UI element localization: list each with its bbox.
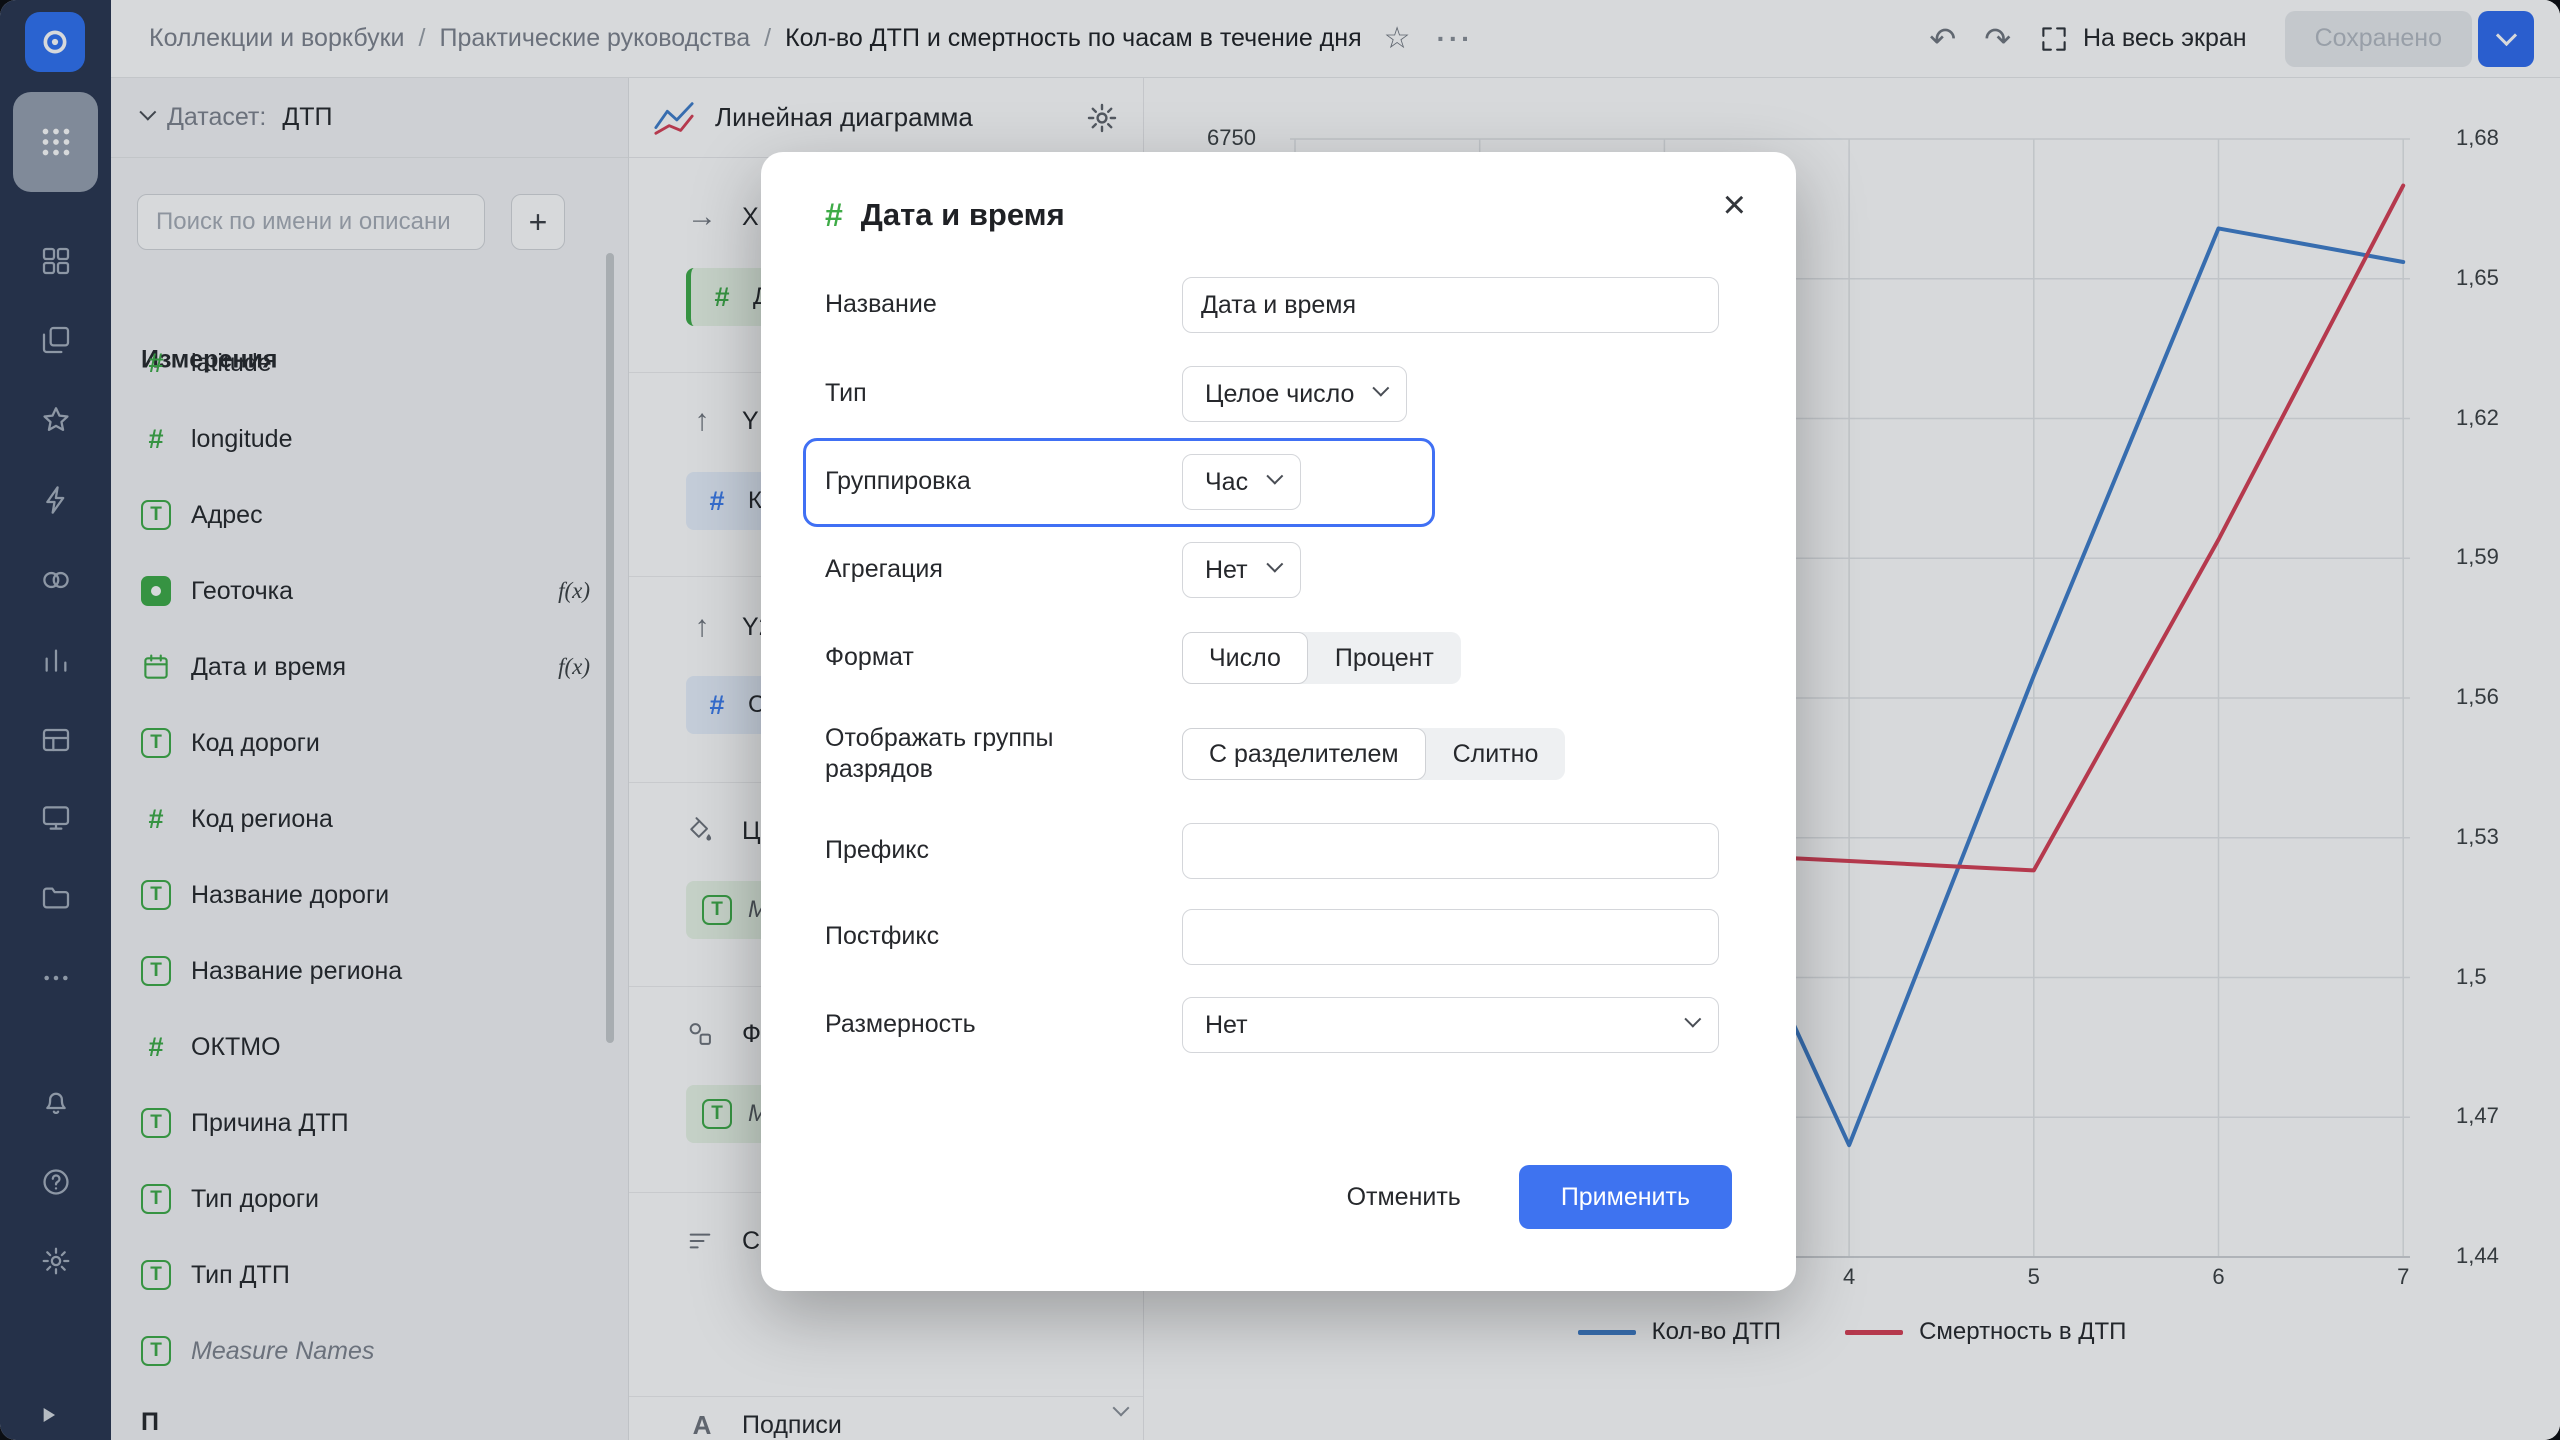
chevron-down-icon — [1684, 1010, 1702, 1028]
grouping-row: Группировка Час — [825, 454, 1732, 510]
grouping-dropdown[interactable]: Час — [1182, 454, 1302, 510]
format-row: Формат Число Процент — [825, 632, 1732, 684]
name-label: Название — [825, 290, 937, 319]
cancel-button[interactable]: Отменить — [1341, 1182, 1467, 1213]
prefix-input[interactable] — [1182, 823, 1719, 879]
aggregation-row: Агрегация Нет — [825, 542, 1732, 598]
postfix-label: Постфикс — [825, 922, 940, 951]
digit-groups-option[interactable]: Слитно — [1426, 728, 1566, 780]
prefix-label: Префикс — [825, 836, 930, 865]
format-segmented: Число Процент — [1182, 632, 1461, 684]
digit-groups-row: Отображать группы разрядов С разделителе… — [825, 712, 1732, 796]
digit-groups-option[interactable]: С разделителем — [1182, 728, 1426, 780]
prefix-row: Префикс — [825, 823, 1732, 879]
name-row: Название — [825, 277, 1732, 333]
chevron-down-icon — [1266, 467, 1284, 485]
dimension-value: Нет — [1205, 1010, 1248, 1039]
dimension-row: Размерность Нет — [825, 997, 1732, 1053]
dimension-select[interactable]: Нет — [1182, 997, 1719, 1053]
field-settings-modal: # Дата и время × Название Тип Целое числ… — [761, 152, 1796, 1291]
format-option[interactable]: Процент — [1308, 632, 1461, 684]
type-row: Тип Целое число — [825, 366, 1732, 422]
aggregation-label: Агрегация — [825, 555, 943, 584]
format-label: Формат — [825, 643, 914, 672]
dimension-label: Размерность — [825, 1010, 976, 1039]
modal-footer: Отменить Применить — [825, 1165, 1732, 1229]
name-input[interactable] — [1182, 277, 1719, 333]
aggregation-dropdown[interactable]: Нет — [1182, 542, 1301, 598]
format-option[interactable]: Число — [1182, 632, 1308, 684]
modal-title-text: Дата и время — [860, 197, 1065, 232]
postfix-row: Постфикс — [825, 909, 1732, 965]
grouping-label: Группировка — [825, 467, 971, 496]
digit-groups-label: Отображать группы разрядов — [825, 723, 1054, 783]
grouping-value: Час — [1205, 467, 1249, 496]
digit-groups-segmented: С разделителем Слитно — [1182, 728, 1566, 780]
postfix-input[interactable] — [1182, 909, 1719, 965]
apply-button[interactable]: Применить — [1518, 1165, 1732, 1229]
number-type-icon: # — [825, 196, 843, 233]
app-window: Коллекции и воркбуки / Практические руково… — [0, 0, 2560, 1440]
chevron-down-icon — [1372, 379, 1390, 397]
type-value: Целое число — [1205, 379, 1355, 408]
chevron-down-icon — [1265, 555, 1283, 573]
type-label: Тип — [825, 379, 867, 408]
type-dropdown[interactable]: Целое число — [1182, 366, 1408, 422]
modal-title: # Дата и время — [825, 192, 1065, 238]
close-icon[interactable]: × — [1717, 184, 1752, 226]
aggregation-value: Нет — [1205, 555, 1248, 584]
